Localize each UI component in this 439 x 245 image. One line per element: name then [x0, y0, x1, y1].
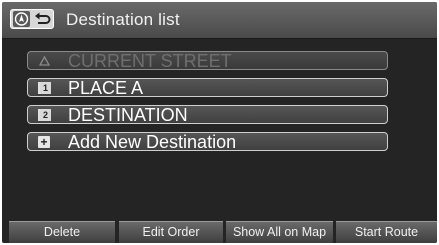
list-item-label: Add New Destination — [68, 132, 237, 152]
navigation-screen: Destination list CURRENT STREET 1 PLACE … — [2, 2, 437, 243]
list-item-label: PLACE A — [68, 78, 144, 98]
list-item-label: DESTINATION — [68, 105, 188, 125]
list-item-current-street: CURRENT STREET — [27, 51, 388, 71]
list-item-destination[interactable]: 2 DESTINATION — [27, 105, 388, 125]
list-item-label: CURRENT STREET — [68, 51, 232, 71]
plus-icon: + — [38, 136, 50, 148]
triangle-icon — [38, 55, 51, 67]
navigation-arrow-icon[interactable] — [13, 11, 30, 27]
waypoint-1-icon: 1 — [38, 82, 51, 94]
page-title: Destination list — [66, 10, 180, 29]
list-item-place-a[interactable]: 1 PLACE A — [27, 78, 388, 98]
header-icon-group — [10, 9, 54, 29]
add-new-destination-button[interactable]: + Add New Destination — [27, 132, 388, 152]
show-all-on-map-button[interactable]: Show All on Map — [226, 221, 333, 243]
start-route-button[interactable]: Start Route — [336, 221, 437, 243]
edit-order-button[interactable]: Edit Order — [119, 221, 223, 243]
back-icon[interactable] — [33, 11, 52, 27]
delete-button[interactable]: Delete — [9, 221, 115, 243]
bottom-button-bar: Delete Edit Order Show All on Map Start … — [2, 221, 437, 243]
title-bar: Destination list — [2, 2, 437, 39]
waypoint-2-icon: 2 — [38, 109, 51, 121]
